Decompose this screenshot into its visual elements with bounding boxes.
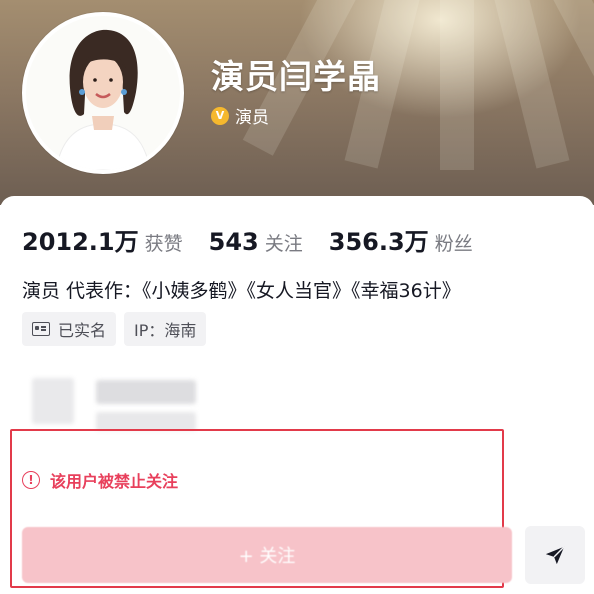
stat-followers[interactable]: 356.3万 粉丝 [329,222,473,257]
profile-bio: 演员 代表作：《小姨多鹤》《女人当官》《幸福36计》 [22,280,461,302]
tag-realname-label: 已实名 [58,321,107,340]
stat-number: 2012.1万 [22,228,139,256]
verification: V 演员 [211,103,269,128]
follow-banned-alert: ! 该用户被禁止关注 [22,468,178,492]
stat-label: 关注 [264,233,303,255]
id-card-icon [32,322,50,336]
stat-number: 543 [208,228,259,256]
follow-button[interactable]: + 关注 [22,527,512,583]
blurred-text-line [96,380,196,404]
tag-ip-label: IP：海南 [134,321,197,340]
tag-realname[interactable]: 已实名 [22,312,117,346]
exclamation-circle-icon: ! [22,471,40,489]
stat-label: 获赞 [144,233,183,255]
alert-text: 该用户被禁止关注 [50,472,179,491]
stat-label: 粉丝 [434,233,473,255]
stat-likes[interactable]: 2012.1万 获赞 [22,222,183,257]
avatar-photo [26,16,180,170]
profile-tags: 已实名 IP：海南 [22,312,214,346]
stats-row: 2012.1万 获赞 543 关注 356.3万 粉丝 [22,222,499,257]
stat-following[interactable]: 543 关注 [209,228,303,256]
verified-v-icon: V [211,106,229,125]
verification-label: 演员 [235,108,269,128]
profile-name: 演员闫学晶 [211,57,381,96]
paper-plane-icon [545,546,565,565]
tag-ip: IP：海南 [124,312,207,346]
avatar[interactable] [22,12,184,174]
blurred-thumbnail[interactable] [32,378,74,424]
share-button[interactable] [525,526,585,584]
stat-number: 356.3万 [328,228,429,256]
